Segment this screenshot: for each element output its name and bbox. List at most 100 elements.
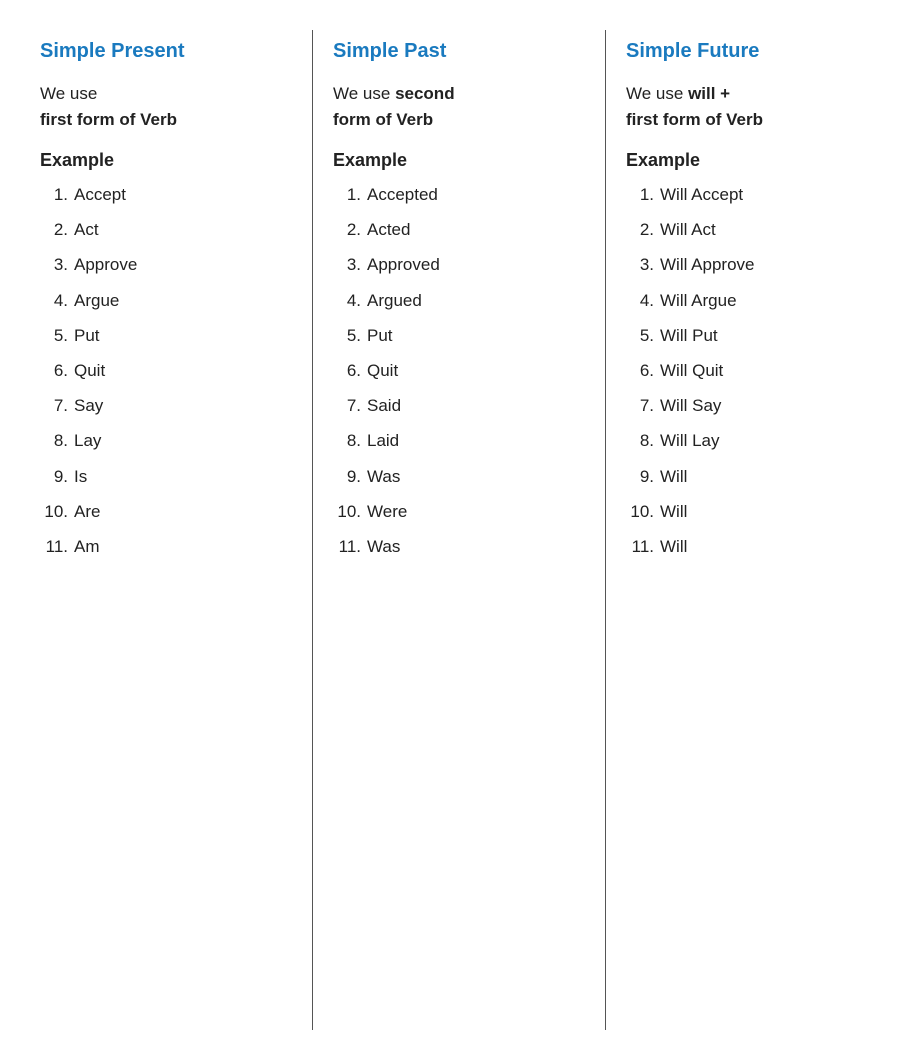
- verb-list-present: 1.Accept 2.Act 3.Approve 4.Argue 5.Put 6…: [40, 181, 292, 560]
- use-bold-future: will +first form of Verb: [626, 84, 763, 129]
- verb-word: Will Lay: [660, 427, 720, 454]
- example-label-past: Example: [333, 150, 585, 171]
- verb-word: Were: [367, 498, 407, 525]
- list-item: 5.Put: [333, 322, 585, 349]
- verb-num: 7.: [40, 392, 68, 419]
- verb-word: Was: [367, 533, 400, 560]
- verb-word: Accept: [74, 181, 126, 208]
- column-simple-future: Simple Future We use will +first form of…: [606, 30, 898, 1030]
- verb-num: 3.: [40, 251, 68, 278]
- verb-num: 11.: [626, 533, 654, 560]
- verb-num: 10.: [626, 498, 654, 525]
- verb-num: 4.: [40, 287, 68, 314]
- list-item: 2.Acted: [333, 216, 585, 243]
- verb-word: Will: [660, 498, 687, 525]
- list-item: 11.Am: [40, 533, 292, 560]
- verb-word: Will: [660, 533, 687, 560]
- verb-num: 1.: [40, 181, 68, 208]
- list-item: 1.Will Accept: [626, 181, 878, 208]
- verb-num: 6.: [626, 357, 654, 384]
- verb-word: Will Put: [660, 322, 718, 349]
- list-item: 1.Accept: [40, 181, 292, 208]
- list-item: 4.Will Argue: [626, 287, 878, 314]
- list-item: 7.Will Say: [626, 392, 878, 419]
- list-item: 9.Was: [333, 463, 585, 490]
- column-simple-present: Simple Present We usefirst form of Verb …: [20, 30, 313, 1030]
- use-text-future: We use will +first form of Verb: [626, 81, 878, 132]
- list-item: 8.Lay: [40, 427, 292, 454]
- list-item: 6.Quit: [40, 357, 292, 384]
- list-item: 10.Will: [626, 498, 878, 525]
- verb-num: 8.: [40, 427, 68, 454]
- verb-word: Approved: [367, 251, 440, 278]
- verb-word: Acted: [367, 216, 410, 243]
- page-container: Simple Present We usefirst form of Verb …: [0, 0, 918, 1060]
- verb-num: 5.: [626, 322, 654, 349]
- verb-num: 10.: [333, 498, 361, 525]
- verb-num: 9.: [40, 463, 68, 490]
- verb-num: 10.: [40, 498, 68, 525]
- verb-word: Argued: [367, 287, 422, 314]
- verb-word: Argue: [74, 287, 119, 314]
- list-item: 6.Quit: [333, 357, 585, 384]
- list-item: 2.Act: [40, 216, 292, 243]
- use-text-present: We usefirst form of Verb: [40, 81, 292, 132]
- use-text-past: We use secondform of Verb: [333, 81, 585, 132]
- verb-word: Will Accept: [660, 181, 743, 208]
- list-item: 7.Said: [333, 392, 585, 419]
- verb-word: Will Approve: [660, 251, 754, 278]
- verb-word: Say: [74, 392, 103, 419]
- verb-num: 11.: [333, 533, 361, 560]
- col-header-past: Simple Past: [333, 40, 585, 63]
- verb-word: Will Say: [660, 392, 721, 419]
- list-item: 1.Accepted: [333, 181, 585, 208]
- verb-num: 6.: [333, 357, 361, 384]
- list-item: 3.Will Approve: [626, 251, 878, 278]
- list-item: 7.Say: [40, 392, 292, 419]
- list-item: 9.Will: [626, 463, 878, 490]
- list-item: 4.Argued: [333, 287, 585, 314]
- verb-num: 9.: [333, 463, 361, 490]
- verb-num: 2.: [626, 216, 654, 243]
- verb-num: 5.: [333, 322, 361, 349]
- list-item: 3.Approve: [40, 251, 292, 278]
- columns-wrapper: Simple Present We usefirst form of Verb …: [20, 30, 898, 1030]
- list-item: 9.Is: [40, 463, 292, 490]
- verb-num: 7.: [626, 392, 654, 419]
- list-item: 4.Argue: [40, 287, 292, 314]
- list-item: 11.Was: [333, 533, 585, 560]
- example-label-future: Example: [626, 150, 878, 171]
- list-item: 10.Were: [333, 498, 585, 525]
- verb-word: Quit: [367, 357, 398, 384]
- verb-word: Accepted: [367, 181, 438, 208]
- list-item: 5.Will Put: [626, 322, 878, 349]
- col-header-present: Simple Present: [40, 40, 292, 63]
- verb-num: 1.: [333, 181, 361, 208]
- list-item: 3.Approved: [333, 251, 585, 278]
- verb-list-past: 1.Accepted 2.Acted 3.Approved 4.Argued 5…: [333, 181, 585, 560]
- verb-word: Will Act: [660, 216, 716, 243]
- list-item: 6.Will Quit: [626, 357, 878, 384]
- list-item: 11.Will: [626, 533, 878, 560]
- column-simple-past: Simple Past We use secondform of Verb Ex…: [313, 30, 606, 1030]
- list-item: 10.Are: [40, 498, 292, 525]
- list-item: 5.Put: [40, 322, 292, 349]
- verb-num: 11.: [40, 533, 68, 560]
- verb-word: Will Argue: [660, 287, 737, 314]
- example-label-present: Example: [40, 150, 292, 171]
- list-item: 8.Will Lay: [626, 427, 878, 454]
- verb-num: 8.: [333, 427, 361, 454]
- verb-word: Quit: [74, 357, 105, 384]
- verb-word: Will: [660, 463, 687, 490]
- verb-word: Are: [74, 498, 100, 525]
- use-bold-past: secondform of Verb: [333, 84, 455, 129]
- verb-word: Lay: [74, 427, 101, 454]
- verb-num: 4.: [626, 287, 654, 314]
- verb-word: Was: [367, 463, 400, 490]
- verb-num: 3.: [333, 251, 361, 278]
- col-header-future: Simple Future: [626, 40, 878, 63]
- verb-word: Will Quit: [660, 357, 723, 384]
- verb-word: Act: [74, 216, 99, 243]
- use-bold-present: first form of Verb: [40, 110, 177, 129]
- verb-num: 4.: [333, 287, 361, 314]
